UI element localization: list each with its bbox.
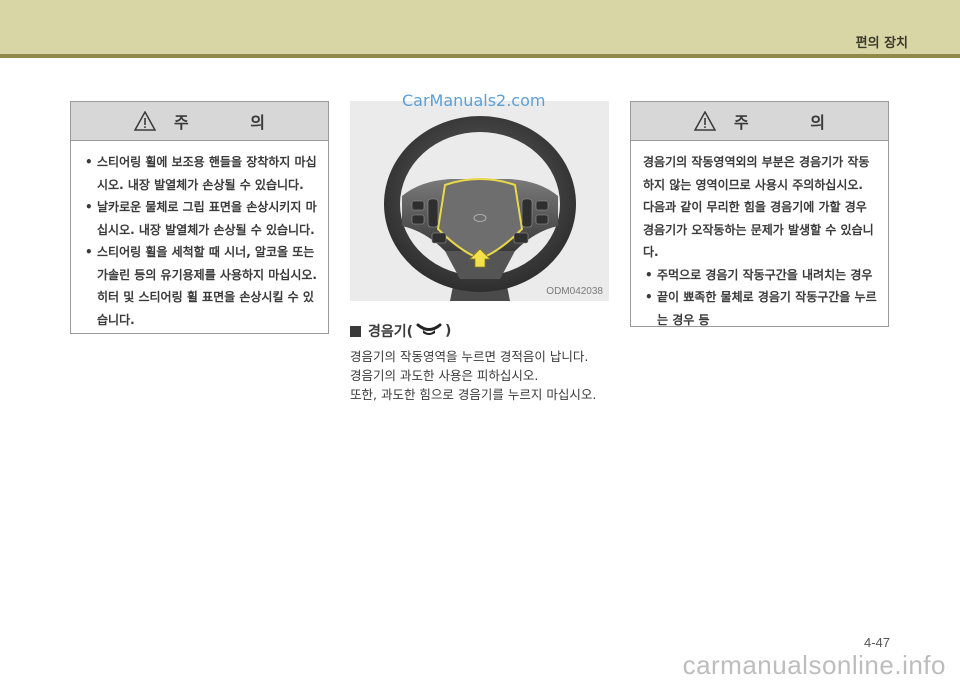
horn-heading: 경음기( ) [350, 321, 620, 341]
caution-body: 경음기의 작동영역외의 부분은 경음기가 작동하지 않는 영역이므로 사용시 주… [631, 141, 888, 341]
section-title: 편의 장치 [855, 36, 908, 51]
horn-body: 경음기의 작동영역을 누르면 경적음이 납니다. 경음기의 과도한 사용은 피하… [350, 347, 620, 404]
caution-item: 스티어링 휠을 세척할 때 시너, 알코올 또는 가솔린 등의 유기용제를 사용… [83, 241, 318, 331]
heading-square-icon [350, 325, 361, 337]
warning-triangle-icon [133, 111, 156, 131]
steering-wheel-illustration [384, 116, 576, 301]
horn-section: 경음기( ) 경음기의 작동영역을 누르면 경적음이 납니다. 경음기의 과도한… [350, 321, 620, 404]
caution-item: 끝이 뾰족한 물체로 경음기 작동구간을 누르는 경우 등 [643, 286, 878, 331]
header-band [0, 0, 960, 54]
horn-heading-suffix: ) [445, 323, 452, 339]
horn-paragraph: 경음기의 과도한 사용은 피하십시오. [350, 368, 539, 383]
steering-wheel-figure: ODM042038 [350, 101, 609, 301]
warning-triangle-icon [693, 111, 716, 131]
caution-box-right: 주 의 경음기의 작동영역외의 부분은 경음기가 작동하지 않는 영역이므로 사… [630, 101, 889, 327]
header-rule [0, 54, 960, 58]
watermark-top: CarManuals2.com [402, 91, 546, 110]
caution-title: 주 의 [733, 113, 853, 132]
horn-paragraph: 경음기의 작동영역을 누르면 경적음이 납니다. [350, 349, 589, 364]
caution-title: 주 의 [173, 113, 293, 132]
horn-paragraph: 또한, 과도한 힘으로 경음기를 누르지 마십시오. [350, 387, 597, 402]
caution-intro: 경음기의 작동영역외의 부분은 경음기가 작동하지 않는 영역이므로 사용시 주… [643, 155, 874, 259]
caution-item: 날카로운 물체로 그립 표면을 손상시키지 마십시오. 내장 발열체가 손상될 … [83, 196, 318, 241]
horn-icon [416, 321, 442, 341]
bottom-watermark: carmanualsonline.info [682, 650, 946, 680]
caution-item: 스티어링 휠에 보조용 핸들을 장착하지 마십시오. 내장 발열체가 손상될 수… [83, 151, 318, 196]
page-number: 4-47 [863, 635, 890, 650]
caution-item: 주먹으로 경음기 작동구간을 내려치는 경우 [643, 264, 878, 287]
caution-header: 주 의 [71, 102, 328, 141]
figure-code: ODM042038 [546, 286, 603, 297]
caution-body: 스티어링 휠에 보조용 핸들을 장착하지 마십시오. 내장 발열체가 손상될 수… [71, 141, 328, 341]
horn-heading-prefix: 경음기( [368, 324, 414, 340]
caution-box-left: 주 의 스티어링 휠에 보조용 핸들을 장착하지 마십시오. 내장 발열체가 손… [70, 101, 329, 334]
caution-header: 주 의 [631, 102, 888, 141]
